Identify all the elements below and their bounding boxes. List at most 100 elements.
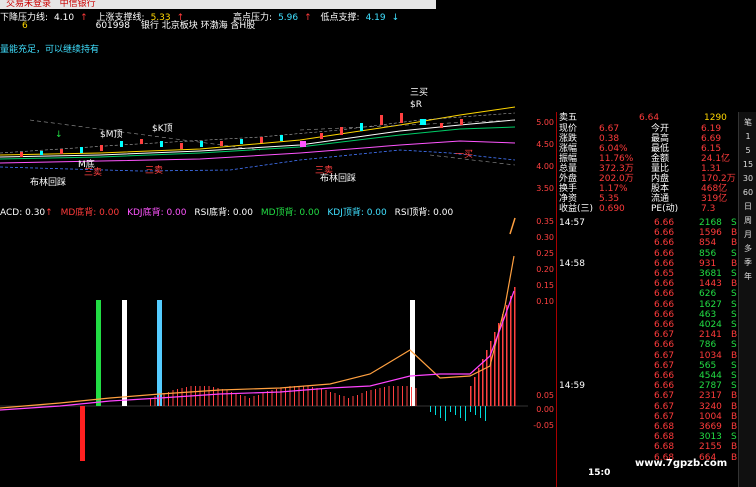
trade-volume: 3669 xyxy=(699,422,722,432)
macd-bar xyxy=(199,386,201,406)
trade-row: 6.66 463 S xyxy=(559,310,739,320)
trade-price: 6.68 xyxy=(654,422,675,432)
macd-bar xyxy=(280,388,282,406)
trade-side: S xyxy=(731,248,737,259)
m-top-label: $M顶 xyxy=(100,129,123,140)
period-button[interactable]: 季 xyxy=(740,256,756,269)
trade-side: B xyxy=(731,452,738,463)
quote-label: 金额 xyxy=(651,154,670,164)
macd-chart[interactable] xyxy=(0,216,528,476)
macd-tick: 0.10 xyxy=(536,297,554,306)
san-mai-label-2: 三卖 xyxy=(145,165,163,176)
trade-volume: 3240 xyxy=(699,401,722,412)
trade-side: S xyxy=(731,340,737,351)
macd-bar xyxy=(415,388,417,406)
down-arrow-icon: ↓ xyxy=(391,13,400,23)
trade-price: 6.68 xyxy=(654,432,675,443)
broker-name[interactable]: 中信银行 xyxy=(60,0,96,9)
trade-price: 6.66 xyxy=(654,258,675,269)
period-button[interactable]: 周 xyxy=(740,214,756,227)
period-button[interactable]: 笔 xyxy=(740,116,756,129)
macd-bar xyxy=(163,393,165,406)
macd-bar xyxy=(478,368,480,406)
period-button[interactable]: 日 xyxy=(740,200,756,213)
sell-arrow-icon: ↓ xyxy=(55,130,63,140)
kline-chart[interactable]: ↓ $M顶 $K顶 M底 三卖 三卖 布林回踩 三卖 布林回踩 三买 $R 一买 xyxy=(0,75,528,205)
quote-label: 总量 xyxy=(559,164,578,174)
trade-side: S xyxy=(731,269,737,279)
trade-row: 14:59 6.66 2787 S xyxy=(559,381,739,391)
quote-label: 收益(三) xyxy=(559,204,594,214)
quote-row: 现价 6.67 今开 6.19 xyxy=(559,124,739,134)
trade-volume: 1443 xyxy=(699,279,722,290)
macd-tick: 0.30 xyxy=(536,233,554,242)
macd-bar xyxy=(307,386,309,406)
macd-bar xyxy=(348,398,349,406)
quote-value: 170.2万 xyxy=(701,174,736,184)
trade-price: 6.66 xyxy=(654,279,675,290)
trade-volume: 4544 xyxy=(699,371,722,381)
macd-bar xyxy=(406,386,408,406)
trade-row: 6.67 565 S xyxy=(559,361,739,371)
period-button[interactable]: 60 xyxy=(740,186,756,199)
trend-line xyxy=(29,119,261,151)
period-button[interactable]: 月 xyxy=(740,228,756,241)
trade-time: 14:58 xyxy=(559,258,585,269)
period-button[interactable]: 5 xyxy=(740,144,756,157)
macd-bar xyxy=(159,395,160,406)
macd-bar xyxy=(154,396,156,406)
macd-bar xyxy=(172,390,174,406)
macd-bar xyxy=(482,359,484,406)
trade-side: S xyxy=(731,371,737,381)
quote-row: 振幅 11.76% 金额 24.1亿 xyxy=(559,154,739,164)
quote-value: 202.0万 xyxy=(599,174,634,184)
energy-text: 量能充足，可以继续持有 xyxy=(0,45,100,55)
trade-volume: 2155 xyxy=(699,442,722,453)
trade-side: B xyxy=(731,442,738,453)
trade-row: 6.66 4544 S xyxy=(559,371,739,381)
trade-price: 6.67 xyxy=(654,360,675,371)
macd-bar xyxy=(361,393,363,406)
macd-bar xyxy=(316,388,318,406)
price-axis: 5.00 4.50 4.00 3.50 xyxy=(528,112,556,202)
period-button[interactable]: 1 xyxy=(740,130,756,143)
login-status[interactable]: 交易未登录 xyxy=(6,0,51,9)
macd-bar xyxy=(244,396,246,406)
quote-value: 5.35 xyxy=(599,194,620,204)
macd-bar xyxy=(450,406,451,412)
trade-price: 6.66 xyxy=(654,248,675,259)
quote-value: 1.31 xyxy=(701,164,722,174)
quote-value: 24.1亿 xyxy=(701,154,731,164)
period-button[interactable]: 多 xyxy=(740,242,756,255)
quote-label: PE(动) xyxy=(651,204,679,214)
period-button[interactable]: 30 xyxy=(740,172,756,185)
macd-bar xyxy=(150,398,151,406)
period-button[interactable]: 15 xyxy=(740,158,756,171)
quote-label: 振幅 xyxy=(559,154,578,164)
stock-line: 6 601998 银行 北京板块 环渤海 含H股 xyxy=(0,18,255,31)
trade-price: 6.66 xyxy=(654,238,675,249)
period-button[interactable]: 年 xyxy=(740,270,756,283)
macd-tick: 0.05 xyxy=(536,391,554,400)
quote-value: 0.38 xyxy=(599,134,620,144)
quote-value: 11.76% xyxy=(599,154,634,164)
trade-time: 14:57 xyxy=(559,218,585,228)
macd-thin-bars xyxy=(150,287,516,421)
trade-volume: 1004 xyxy=(699,411,722,422)
trade-row: 6.68 3013 S xyxy=(559,432,739,442)
quote-value: 1.17% xyxy=(599,184,628,194)
trade-row: 14:58 6.66 931 B xyxy=(559,259,739,269)
trade-volume: 854 xyxy=(699,238,717,249)
trade-price: 6.67 xyxy=(654,330,675,341)
quote-value: 6.19 xyxy=(701,124,722,134)
low-support-label: 低点支撑: xyxy=(320,13,360,23)
macd-bar xyxy=(455,406,456,415)
quote-value: 372.3万 xyxy=(599,164,634,174)
price-tick: 4.00 xyxy=(536,162,554,171)
macd-tick: 0.00 xyxy=(536,405,554,414)
low-support-value: 4.19 xyxy=(365,13,386,23)
ma-line-white xyxy=(0,119,516,158)
quote-value: 6.69 xyxy=(701,134,722,144)
trade-volume: 2141 xyxy=(699,330,722,341)
stock-code[interactable]: 601998 xyxy=(96,21,130,31)
